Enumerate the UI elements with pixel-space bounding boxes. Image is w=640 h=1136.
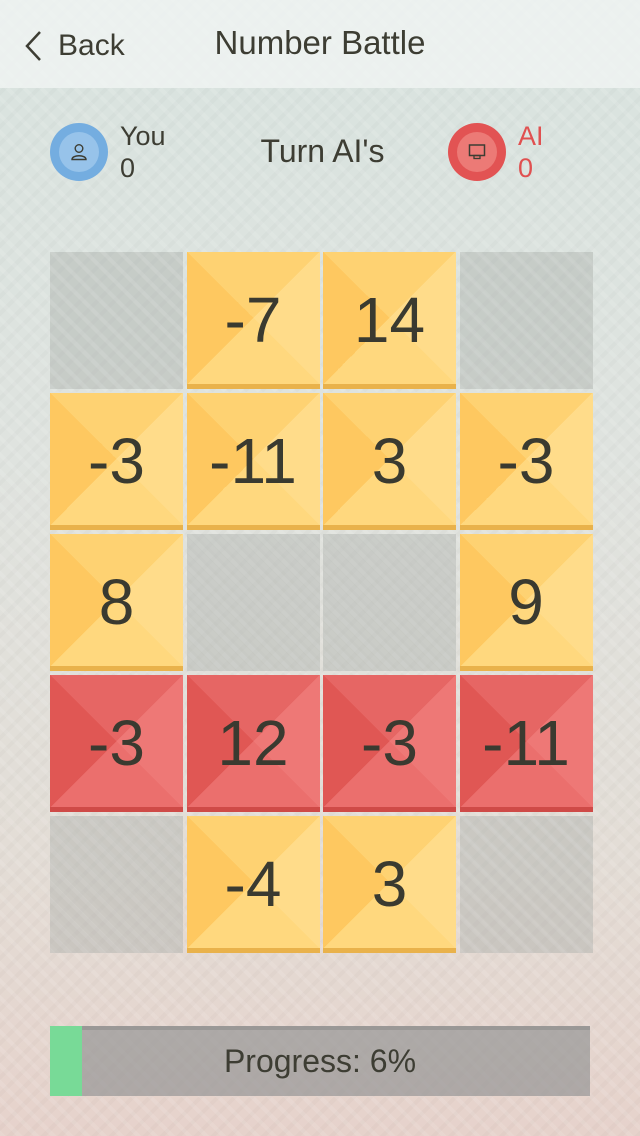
tile-value: -3 — [88, 425, 145, 497]
player-you-name: You — [120, 121, 166, 151]
tile-value: -7 — [224, 284, 282, 356]
number-tile[interactable]: -4 — [186, 816, 320, 953]
progress-label: Progress: 6% — [223, 1043, 417, 1079]
navigation-bar: Back Number Battle — [0, 0, 640, 88]
turn-indicator: Turn AI's — [260, 133, 385, 169]
empty-cell — [50, 252, 183, 389]
number-tile[interactable]: -7 — [186, 252, 320, 389]
empty-cell — [323, 534, 456, 671]
avatar-you — [50, 123, 108, 181]
user-icon — [71, 144, 87, 161]
number-tile[interactable]: 3 — [323, 816, 456, 953]
number-tile[interactable]: -3 — [323, 675, 456, 812]
number-tile[interactable]: -3 — [459, 393, 593, 530]
player-you: You 0 — [50, 120, 166, 184]
empty-cell — [459, 816, 593, 953]
player-ai-score: 0 — [518, 153, 534, 183]
game-board: -7 14 -3 -11 3 -3 8 9 -3 12 -3 -11 -4 3 — [50, 252, 593, 953]
number-tile[interactable]: 14 — [323, 252, 456, 389]
number-tile[interactable]: 9 — [459, 534, 593, 671]
page-title: Number Battle — [214, 24, 426, 61]
number-tile[interactable]: -3 — [50, 675, 183, 812]
tile-value: 14 — [353, 284, 426, 356]
tile-value: -3 — [361, 707, 418, 779]
number-tile[interactable]: 12 — [186, 675, 320, 812]
player-you-score: 0 — [120, 153, 136, 183]
tile-value: -11 — [209, 425, 297, 497]
empty-cell — [186, 534, 320, 671]
number-tile[interactable]: 3 — [323, 393, 456, 530]
tile-value: 9 — [508, 566, 544, 638]
tile-value: 3 — [371, 848, 408, 920]
progress-bar: Progress: 6% — [50, 1026, 590, 1096]
monitor-icon — [468, 144, 486, 160]
tile-value: -4 — [224, 848, 282, 920]
avatar-ai — [448, 123, 506, 181]
player-ai: AI 0 — [448, 120, 544, 184]
number-tile[interactable]: -11 — [459, 675, 593, 812]
tile-value: -3 — [497, 425, 555, 497]
tile-value: 3 — [371, 425, 408, 497]
number-tile[interactable]: 8 — [50, 534, 183, 671]
tile-value: 8 — [98, 566, 135, 638]
tile-value: -11 — [482, 707, 570, 779]
player-ai-name: AI — [518, 121, 544, 151]
tile-value: 12 — [217, 707, 289, 779]
empty-cell — [50, 816, 183, 953]
tile-value: -3 — [88, 707, 145, 779]
number-tile[interactable]: -11 — [186, 393, 320, 530]
empty-cell — [459, 252, 593, 389]
number-tile[interactable]: -3 — [50, 393, 183, 530]
